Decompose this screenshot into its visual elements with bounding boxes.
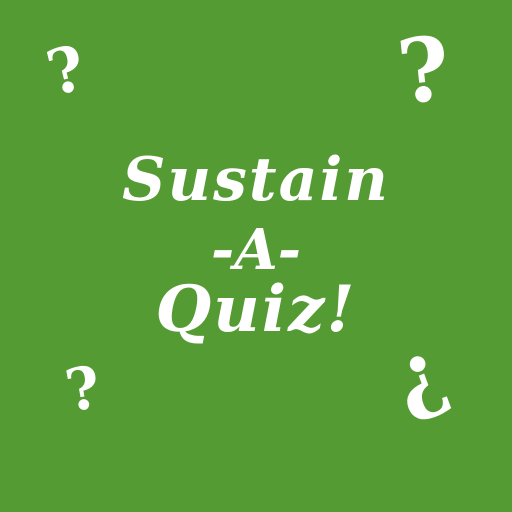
question-mark-icon: ? [382, 331, 463, 442]
question-mark-icon: ? [39, 30, 93, 111]
title-line-sustain: Sustain [122, 145, 390, 215]
question-mark-icon: ? [392, 15, 455, 125]
title-line-quiz: Quiz! [155, 272, 357, 347]
splash-screen: ? ? ? ? Sustain -A- Quiz! [0, 0, 512, 512]
title-line-a: -A- [211, 217, 301, 283]
question-mark-icon: ? [60, 352, 106, 426]
